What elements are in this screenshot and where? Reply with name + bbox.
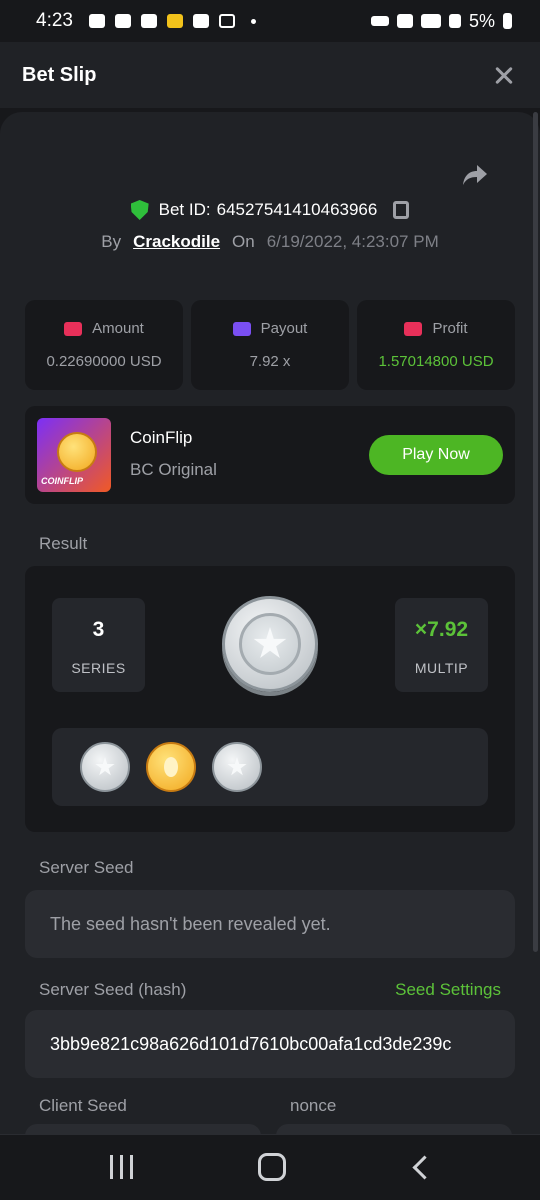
- recent-apps-icon[interactable]: [110, 1155, 134, 1179]
- scrollbar[interactable]: [533, 112, 538, 952]
- stat-label: Payout: [260, 320, 308, 337]
- close-icon[interactable]: [490, 61, 518, 89]
- game-subtitle: BC Original: [130, 460, 217, 479]
- share-icon[interactable]: [462, 164, 488, 186]
- page-title: Bet Slip: [22, 63, 97, 86]
- stat-value: 7.92 x: [249, 353, 291, 370]
- message-icon: [88, 14, 105, 28]
- thumbnail-label: COINFLIP: [41, 476, 83, 486]
- series-label: SERIES: [71, 660, 126, 676]
- stat-label: Amount: [92, 320, 144, 337]
- star-icon: [227, 757, 247, 776]
- stats-row: Amount 0.22690000 USD Payout 7.92 x Prof…: [25, 300, 515, 390]
- copy-icon[interactable]: [393, 201, 410, 219]
- stat-value: 1.57014800 USD: [378, 353, 494, 370]
- twitter-icon: [140, 14, 157, 28]
- star-icon: [253, 627, 287, 658]
- signal-icon: [448, 14, 461, 28]
- game-card: COINFLIP CoinFlip BC Original Play Now: [25, 406, 515, 504]
- result-panel: 3 SERIES ×7.92 MULTIP: [25, 566, 515, 832]
- user-link[interactable]: Crackodile: [133, 232, 220, 252]
- bet-byline: By Crackodile On 6/19/2022, 4:23:07 PM: [0, 232, 540, 252]
- system-nav-bar: [0, 1134, 540, 1200]
- mute-icon: [396, 14, 413, 28]
- play-now-button[interactable]: Play Now: [369, 435, 503, 475]
- multiplier-label: MULTIP: [414, 660, 469, 676]
- wallet-icon: [232, 321, 251, 336]
- header: Bet Slip: [0, 42, 540, 108]
- twitter-icon: [114, 14, 131, 28]
- server-seed-hash-label: Server Seed (hash): [39, 980, 187, 999]
- home-icon[interactable]: [258, 1153, 286, 1181]
- stat-amount: Amount 0.22690000 USD: [25, 300, 183, 390]
- client-seed-field[interactable]: [25, 1124, 261, 1134]
- coin-history: [52, 728, 488, 806]
- vpn-key-icon: [370, 16, 389, 26]
- gold-coin-icon: [57, 432, 97, 472]
- wifi-icon: [420, 14, 441, 28]
- bet-slip-sheet: Bet ID: 64527541410463966 By Crackodile …: [0, 112, 540, 1134]
- back-icon[interactable]: [412, 1155, 432, 1179]
- egg-icon: [164, 757, 178, 777]
- multiplier-badge: ×7.92 MULTIP: [395, 598, 488, 692]
- server-seed-field[interactable]: The seed hasn't been revealed yet.: [25, 890, 515, 958]
- result-coin-icon: [222, 596, 318, 692]
- seed-settings-link[interactable]: Seed Settings: [395, 980, 501, 1000]
- profit-icon: [404, 321, 423, 336]
- nonce-field[interactable]: [276, 1124, 512, 1134]
- coinflip-thumbnail[interactable]: COINFLIP: [37, 418, 111, 492]
- stat-payout: Payout 7.92 x: [191, 300, 349, 390]
- instagram-icon: [218, 14, 235, 28]
- more-notifications-icon: [250, 18, 256, 24]
- series-value: 3: [92, 618, 105, 641]
- status-bar: 4:23 5%: [0, 0, 540, 42]
- server-seed-hash-field[interactable]: 3bb9e821c98a626d101d7610bc00afa1cd3de239…: [25, 1010, 515, 1078]
- status-time: 4:23: [36, 10, 73, 31]
- bet-id-row: Bet ID: 64527541410463966: [0, 200, 540, 220]
- bet-id-label: Bet ID:: [158, 200, 211, 219]
- silver-coin-icon: [80, 742, 130, 792]
- gold-coin-icon: [146, 742, 196, 792]
- bet-date: 6/19/2022, 4:23:07 PM: [266, 232, 439, 251]
- on-label: On: [232, 232, 255, 251]
- bet-id-value: 64527541410463966: [216, 200, 378, 219]
- star-icon: [95, 757, 115, 776]
- game-name: CoinFlip: [130, 428, 193, 447]
- stat-profit: Profit 1.57014800 USD: [357, 300, 515, 390]
- series-badge: 3 SERIES: [52, 598, 145, 692]
- emoji-icon: [166, 14, 183, 28]
- nonce-label: nonce: [290, 1096, 337, 1115]
- client-seed-label: Client Seed: [39, 1096, 127, 1115]
- multiplier-value: ×7.92: [414, 618, 469, 641]
- server-seed-label: Server Seed: [39, 858, 134, 877]
- notification-icon: [192, 14, 209, 28]
- amount-icon: [64, 321, 83, 336]
- battery-level: 5%: [468, 10, 495, 31]
- stat-value: 0.22690000 USD: [46, 353, 162, 370]
- result-label: Result: [39, 534, 88, 553]
- silver-coin-icon: [212, 742, 262, 792]
- by-label: By: [101, 232, 122, 251]
- stat-label: Profit: [432, 320, 468, 337]
- battery-icon: [503, 13, 512, 29]
- verified-shield-icon: [130, 200, 149, 220]
